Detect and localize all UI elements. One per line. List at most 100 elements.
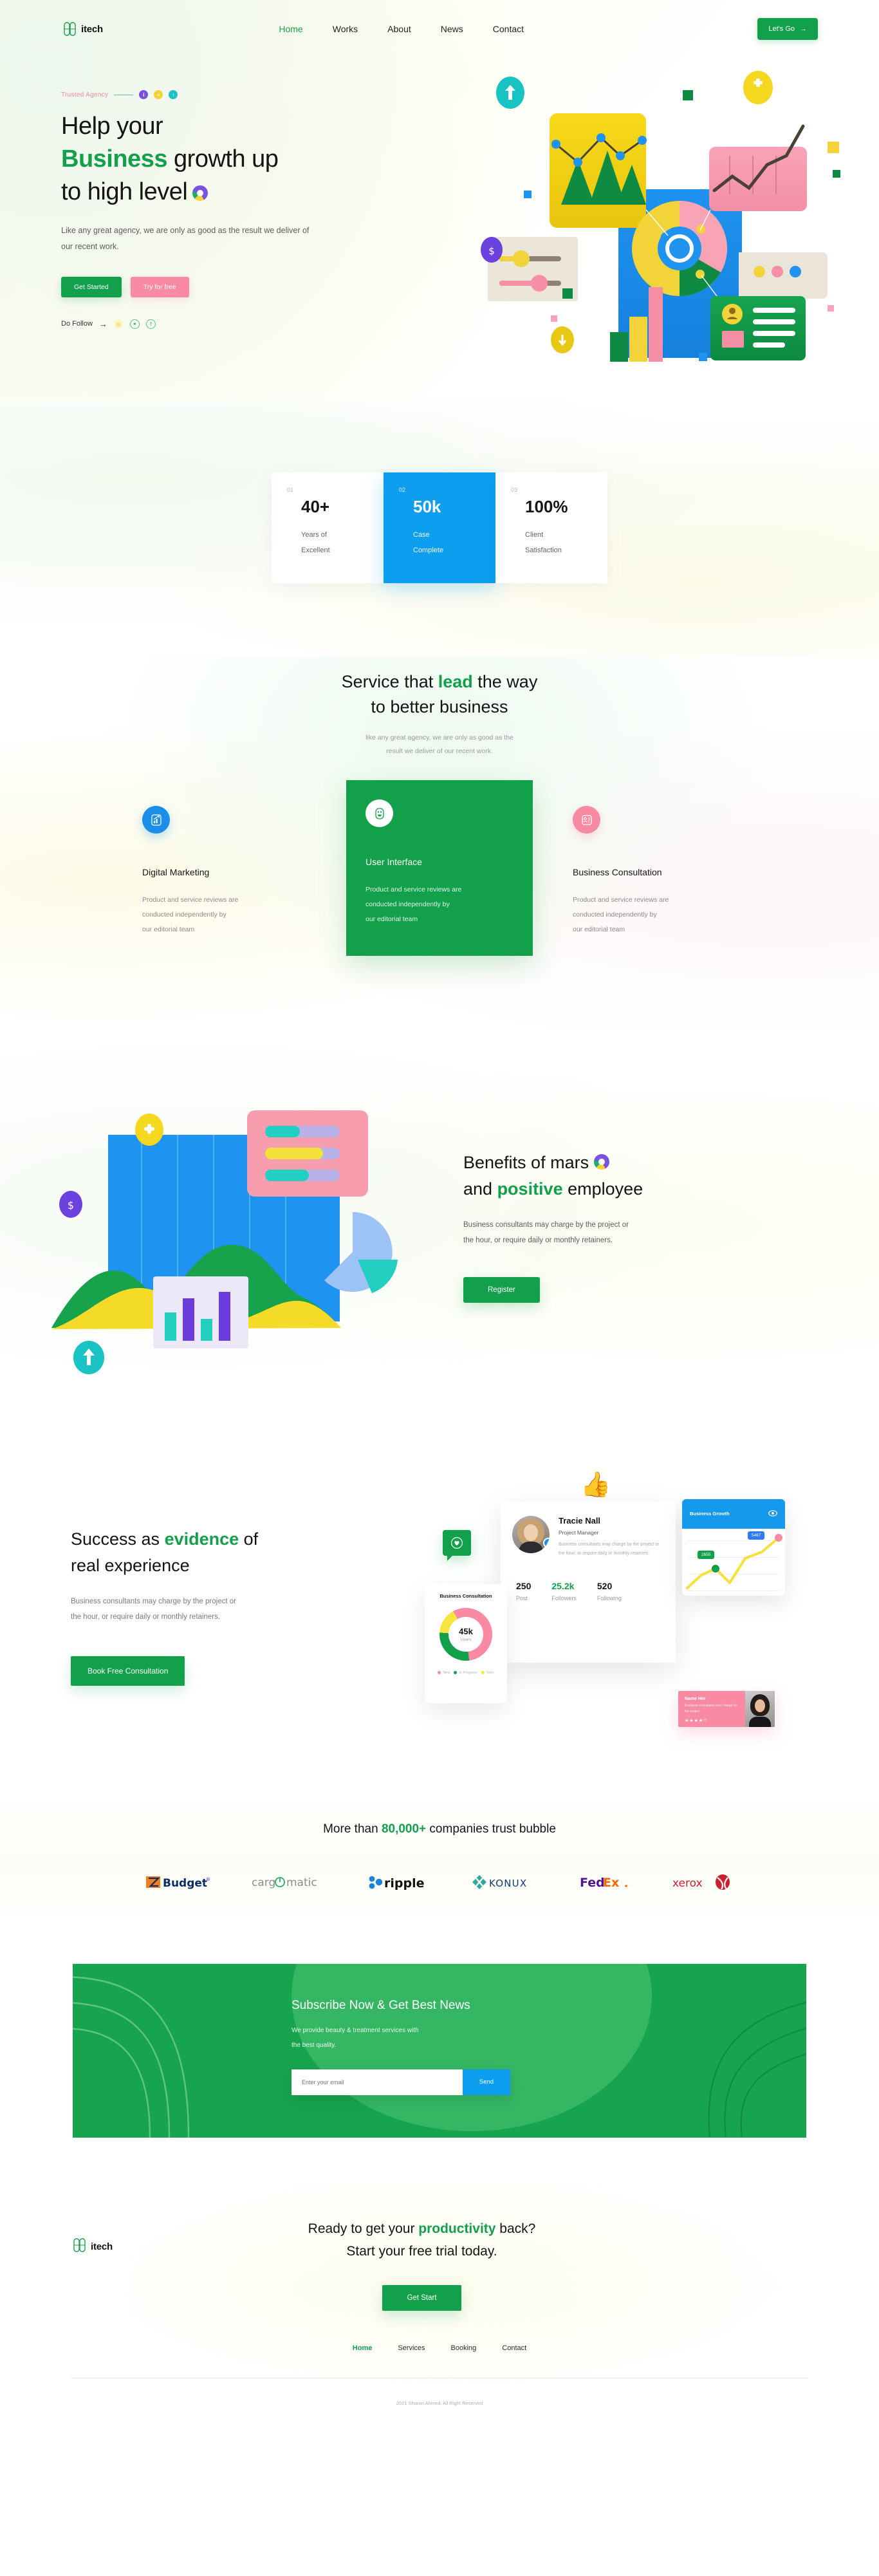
- facebook-icon[interactable]: f: [145, 319, 156, 329]
- logo-cargomatic: carg matic: [252, 1874, 328, 1890]
- service-card-digital-marketing[interactable]: Digital Marketing Product and service re…: [142, 802, 306, 937]
- nav-link-news[interactable]: News: [441, 24, 463, 34]
- brand-logo[interactable]: itech: [61, 19, 103, 39]
- footer-brand-logo[interactable]: itech: [71, 2235, 113, 2258]
- donut-chart: 45k Users: [439, 1607, 492, 1661]
- lets-go-button[interactable]: Let's Go →: [757, 18, 818, 40]
- svg-text:Budget: Budget: [163, 1877, 207, 1890]
- footer-link-contact[interactable]: Contact: [502, 2344, 526, 2352]
- logo-mark-icon: [61, 19, 80, 39]
- stat-value: 520: [597, 1580, 613, 1591]
- hero-title-line1: Help your: [61, 113, 163, 140]
- service-body-line2: conducted independently by: [142, 911, 227, 919]
- service-card-user-interface[interactable]: User Interface Product and service revie…: [346, 780, 533, 956]
- hero-copy: Trusted Agency i + ↑ Help your Business …: [61, 72, 396, 329]
- service-body-line1: Product and service reviews are: [573, 896, 669, 904]
- stat-card: 01 40+ Years of Excellent: [272, 472, 384, 583]
- benefits-sub-line2: the hour, or require daily or monthly re…: [463, 1237, 613, 1245]
- get-start-button[interactable]: Get Start: [382, 2284, 461, 2311]
- benefits-illustration: $: [39, 1059, 450, 1394]
- nav-link-works[interactable]: Works: [333, 24, 358, 34]
- newsletter-section: Subscribe Now & Get Best News We provide…: [0, 1928, 879, 2187]
- business-consultation-card: Business Consultation 45k Users New In P…: [425, 1583, 507, 1703]
- success-sub-line1: Business consultants may charge by the p…: [71, 1598, 236, 1606]
- smiley-face-icon: [365, 799, 393, 828]
- services-subtitle-line1: like any great agency, we are only as go…: [365, 734, 514, 742]
- stat-value: 25.2k: [551, 1580, 575, 1591]
- instagram-icon[interactable]: ◎: [113, 319, 124, 329]
- hero-eyebrow-row: Trusted Agency i + ↑: [61, 90, 396, 99]
- footer-title: Ready to get your productivity back? Sta…: [113, 2217, 731, 2263]
- get-started-button[interactable]: Get Started: [61, 276, 122, 297]
- service-card-business-consultation[interactable]: Business Consultation Product and servic…: [573, 802, 737, 937]
- chart-growth-icon: [142, 806, 170, 834]
- stat-label-line1: Case: [413, 531, 430, 539]
- send-button[interactable]: Send: [463, 2069, 510, 2095]
- svg-text:Ex: Ex: [603, 1876, 619, 1890]
- benefits-title: Benefits of mars and positive employee: [463, 1150, 824, 1204]
- benefits-sub-line1: Business consultants may charge by the p…: [463, 1221, 629, 1229]
- stat-label-line2: Complete: [413, 546, 444, 554]
- profile-card: + Tracie Nall Project Manager Business c…: [501, 1501, 676, 1663]
- arrow-right-icon: →: [98, 319, 107, 329]
- register-button[interactable]: Register: [463, 1276, 540, 1303]
- book-free-consultation-button[interactable]: Book Free Consultation: [71, 1656, 185, 1686]
- footer-title-part3: Start your free trial today.: [346, 2244, 497, 2259]
- service-card-title: Digital Marketing: [142, 867, 210, 878]
- svg-text:$: $: [488, 245, 495, 257]
- stat-value: 250: [516, 1580, 532, 1591]
- hero-section: itech Home Works About News Contact Let'…: [0, 0, 879, 399]
- footer-link-booking[interactable]: Booking: [451, 2344, 477, 2352]
- review-name: Name Her: [685, 1696, 706, 1701]
- services-title: Service that lead the way to better busi…: [0, 669, 879, 720]
- avatar: +: [512, 1515, 550, 1553]
- svg-text:ripple: ripple: [384, 1876, 424, 1890]
- legend-label: New: [443, 1670, 450, 1675]
- success-copy: Success as evidence of real experience B…: [71, 1526, 405, 1686]
- svg-text:matic: matic: [286, 1876, 317, 1889]
- main-navbar: itech Home Works About News Contact Let'…: [0, 0, 879, 58]
- nav-link-home[interactable]: Home: [279, 24, 302, 34]
- svg-text:xerox: xerox: [672, 1877, 703, 1890]
- benefits-title-part2: and: [463, 1179, 497, 1199]
- twitter-icon[interactable]: ✦: [129, 319, 140, 329]
- brand-name: itech: [81, 23, 104, 35]
- profile-stats: 250 Post 25.2k Followers 520 Following: [512, 1581, 664, 1601]
- hero-title-highlight: Business: [61, 145, 167, 173]
- benefits-subtitle: Business consultants may charge by the p…: [463, 1217, 824, 1248]
- stat-card: 03 100% Client Satisfaction: [495, 472, 607, 583]
- email-input[interactable]: [291, 2069, 463, 2095]
- trust-title-part2: companies trust bubble: [426, 1822, 556, 1836]
- footer-link-services[interactable]: Services: [398, 2344, 425, 2352]
- legend-label: In Progress: [459, 1670, 477, 1675]
- donut-legend: New In Progress Todo: [432, 1671, 499, 1675]
- service-card-body: Product and service reviews are conducte…: [365, 882, 514, 927]
- nav-link-about[interactable]: About: [387, 24, 411, 34]
- stats-row: 01 40+ Years of Excellent 02 50k Case Co…: [272, 472, 607, 583]
- trust-title-highlight: 80,000+: [381, 1822, 427, 1836]
- hero-subtitle: Like any great agency, we are only as go…: [61, 225, 310, 251]
- profile-stat-following: 520 Following: [597, 1581, 622, 1601]
- services-title-part2: the way: [472, 672, 538, 691]
- success-sub-line2: the hour, or require daily or monthly re…: [71, 1613, 221, 1621]
- try-for-free-button[interactable]: Try for free: [130, 276, 189, 297]
- hero-title-line2: growth up: [167, 145, 279, 173]
- footer-cta: Ready to get your productivity back? Sta…: [113, 2217, 731, 2311]
- stat-index: 01: [287, 487, 294, 493]
- donut-accent-icon: [192, 185, 208, 201]
- landing-page: itech Home Works About News Contact Let'…: [0, 0, 879, 2424]
- service-body-line2: conducted independently by: [573, 911, 657, 919]
- footer-link-home[interactable]: Home: [353, 2344, 373, 2352]
- heart-bubble-icon: [443, 1529, 471, 1561]
- services-title-part3: to better business: [371, 697, 508, 717]
- copyright-text: 2021 Sharon Ahmed. All Right Reserved: [396, 2400, 483, 2406]
- trust-title-part1: More than: [323, 1822, 382, 1836]
- services-subtitle-line2: result we deliver of our recent work.: [386, 747, 493, 756]
- stat-label-line1: Years of: [301, 531, 327, 539]
- verified-badge-icon: +: [543, 1537, 550, 1548]
- stat-value: 50k: [413, 497, 441, 516]
- success-subtitle: Business consultants may charge by the p…: [71, 1594, 405, 1625]
- nav-link-contact[interactable]: Contact: [493, 24, 524, 34]
- eye-icon: [768, 1509, 777, 1518]
- follow-row: Do Follow → ◎ ✦ f: [61, 319, 396, 329]
